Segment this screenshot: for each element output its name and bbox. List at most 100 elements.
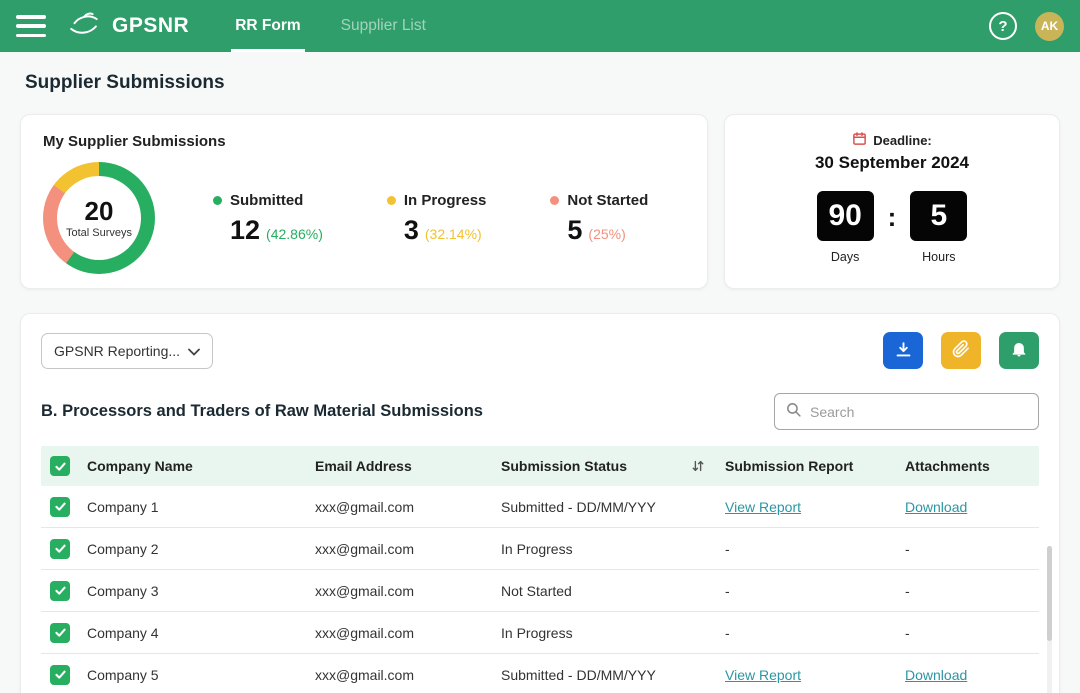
days-value: 90 — [817, 191, 874, 241]
cell-attachment-empty: - — [905, 625, 910, 641]
hamburger-menu-icon[interactable] — [16, 15, 46, 37]
header-attachments: Attachments — [905, 458, 1039, 474]
cell-attachment-empty: - — [905, 541, 910, 557]
countdown-separator: : — [888, 202, 897, 233]
legend-item-submitted: Submitted 12 (42.86%) — [213, 192, 323, 244]
table-row: Company 4 xxx@gmail.com In Progress - - — [41, 612, 1039, 654]
cell-company-name: Company 3 — [87, 583, 315, 599]
download-button[interactable] — [883, 332, 923, 369]
toolbar-buttons — [883, 332, 1039, 369]
legend-pct: (25%) — [588, 226, 625, 242]
supplier-submissions-card: My Supplier Submissions 20 Total Surveys… — [20, 114, 708, 289]
table-row: Company 5 xxx@gmail.com Submitted - DD/M… — [41, 654, 1039, 693]
app-root: GPSNR RR Form Supplier List ? AK Supplie… — [0, 0, 1080, 693]
total-surveys-value: 20 — [85, 198, 114, 224]
paperclip-icon — [952, 340, 970, 361]
header-submission-report: Submission Report — [725, 458, 905, 474]
notification-button[interactable] — [999, 332, 1039, 369]
hours-value: 5 — [910, 191, 967, 241]
cell-report-empty: - — [725, 625, 730, 641]
search-input[interactable] — [810, 404, 1028, 420]
summary-card-title: My Supplier Submissions — [43, 133, 685, 150]
legend-pct: (32.14%) — [425, 226, 482, 242]
legend-value: 3 — [404, 217, 419, 244]
cell-status: Submitted - DD/MM/YYY — [501, 667, 725, 683]
cell-company-name: Company 2 — [87, 541, 315, 557]
top-navbar: GPSNR RR Form Supplier List ? AK — [0, 0, 1080, 52]
row-checkbox[interactable] — [50, 497, 70, 517]
cards-row: My Supplier Submissions 20 Total Surveys… — [20, 114, 1060, 289]
legend-value: 12 — [230, 217, 260, 244]
avatar[interactable]: AK — [1035, 12, 1064, 41]
deadline-label: Deadline: — [873, 133, 932, 148]
legend-label: In Progress — [404, 192, 487, 209]
row-checkbox[interactable] — [50, 665, 70, 685]
days-label: Days — [831, 250, 859, 264]
section-title: B. Processors and Traders of Raw Materia… — [41, 402, 483, 421]
calendar-icon — [852, 131, 867, 149]
download-link[interactable]: Download — [905, 499, 967, 515]
brand-logo[interactable]: GPSNR — [66, 10, 189, 43]
gpsnr-logo-icon — [66, 10, 106, 43]
sort-icon[interactable] — [691, 459, 705, 473]
cell-company-name: Company 4 — [87, 625, 315, 641]
cell-email: xxx@gmail.com — [315, 541, 501, 557]
table-scrollbar[interactable] — [1047, 546, 1052, 693]
reporting-filter-dropdown[interactable]: GPSNR Reporting... — [41, 333, 213, 369]
help-icon[interactable]: ? — [989, 12, 1017, 40]
row-checkbox[interactable] — [50, 581, 70, 601]
tab-supplier-list[interactable]: Supplier List — [337, 0, 430, 52]
table-toolbar: GPSNR Reporting... — [41, 332, 1039, 369]
cell-email: xxx@gmail.com — [315, 499, 501, 515]
attachment-button[interactable] — [941, 332, 981, 369]
not-started-dot-icon — [550, 196, 559, 205]
download-link[interactable]: Download — [905, 667, 967, 683]
search-icon — [785, 401, 802, 423]
table-row: Company 1 xxx@gmail.com Submitted - DD/M… — [41, 486, 1039, 528]
legend-pct: (42.86%) — [266, 226, 323, 242]
countdown-days: 90 Days — [817, 191, 874, 264]
cell-status: In Progress — [501, 541, 725, 557]
submitted-dot-icon — [213, 196, 222, 205]
cell-company-name: Company 5 — [87, 667, 315, 683]
total-surveys-label: Total Surveys — [66, 227, 132, 239]
cell-email: xxx@gmail.com — [315, 583, 501, 599]
cell-status: Submitted - DD/MM/YYY — [501, 499, 725, 515]
hours-label: Hours — [922, 250, 955, 264]
cell-email: xxx@gmail.com — [315, 667, 501, 683]
legend-label: Submitted — [230, 192, 303, 209]
navbar-right: ? AK — [989, 12, 1064, 41]
row-checkbox[interactable] — [50, 539, 70, 559]
legend-label: Not Started — [567, 192, 648, 209]
view-report-link[interactable]: View Report — [725, 667, 801, 683]
table-header-row: Company Name Email Address Submission St… — [41, 446, 1039, 486]
brand-name: GPSNR — [112, 14, 189, 38]
nav-tabs: RR Form Supplier List — [215, 0, 446, 52]
page-title: Supplier Submissions — [25, 72, 1080, 94]
header-company-name: Company Name — [87, 458, 315, 474]
bell-icon — [1010, 340, 1028, 361]
donut-legend: Submitted 12 (42.86%) In Progress — [213, 192, 648, 244]
select-all-checkbox[interactable] — [50, 456, 70, 476]
view-report-link[interactable]: View Report — [725, 499, 801, 515]
header-email-address: Email Address — [315, 458, 501, 474]
cell-email: xxx@gmail.com — [315, 625, 501, 641]
legend-item-in-progress: In Progress 3 (32.14%) — [387, 192, 487, 244]
search-box — [774, 393, 1039, 430]
legend-item-not-started: Not Started 5 (25%) — [550, 192, 648, 244]
table-row: Company 2 xxx@gmail.com In Progress - - — [41, 528, 1039, 570]
table-scrollbar-thumb[interactable] — [1047, 546, 1052, 641]
deadline-date: 30 September 2024 — [741, 153, 1043, 173]
download-icon — [894, 340, 913, 362]
tab-rr-form[interactable]: RR Form — [231, 0, 304, 52]
table-row: Company 3 xxx@gmail.com Not Started - - — [41, 570, 1039, 612]
cell-status: In Progress — [501, 625, 725, 641]
header-submission-status: Submission Status — [501, 458, 627, 474]
row-checkbox[interactable] — [50, 623, 70, 643]
submissions-table: Company Name Email Address Submission St… — [41, 446, 1039, 693]
legend-value: 5 — [567, 217, 582, 244]
cell-report-empty: - — [725, 541, 730, 557]
dropdown-value: GPSNR Reporting... — [54, 343, 180, 359]
chevron-down-icon — [188, 343, 200, 359]
deadline-card: Deadline: 30 September 2024 90 Days : 5 … — [724, 114, 1060, 289]
